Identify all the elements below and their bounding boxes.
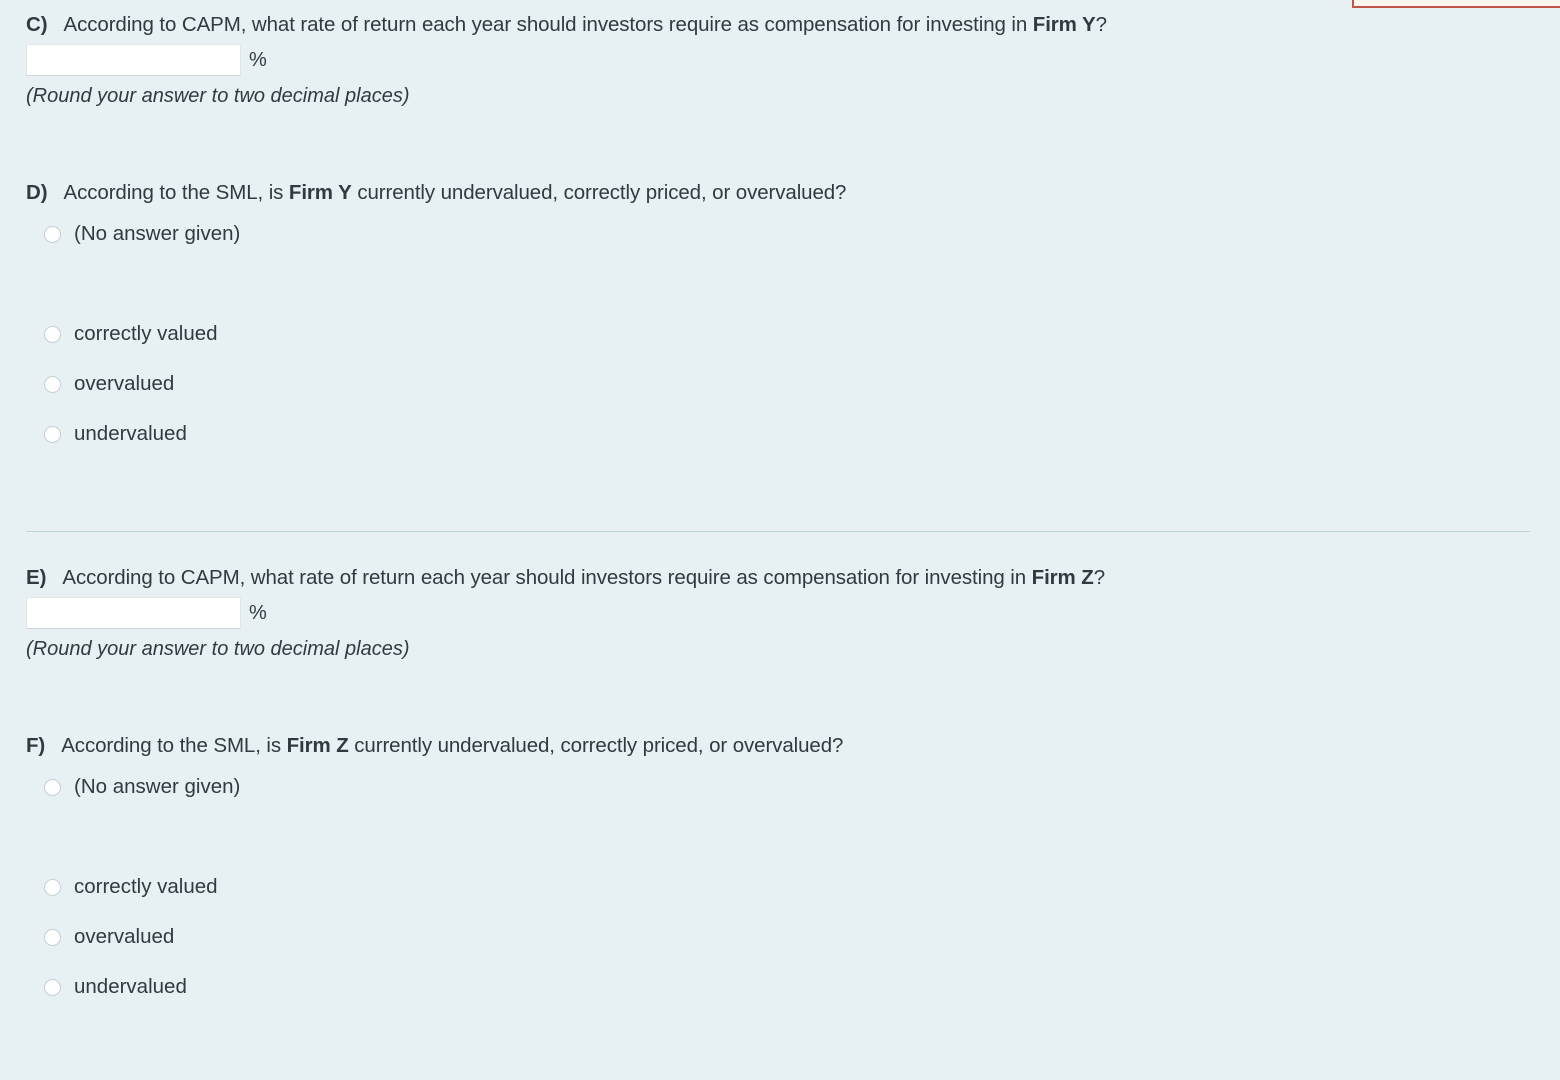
question-f-option-label: overvalued <box>74 925 175 948</box>
question-f-option-undervalued[interactable]: undervalued <box>26 973 843 1001</box>
question-c-firm: Firm Y <box>1032 13 1096 36</box>
question-d-option-label: (No answer given) <box>74 222 241 245</box>
question-d-firm: Firm Y <box>288 181 352 204</box>
question-c-answer-input[interactable] <box>26 44 241 76</box>
question-f-text-after: currently undervalued, correctly priced,… <box>348 734 844 757</box>
question-c-text-after: ? <box>1095 13 1107 36</box>
question-e-answer-row: % <box>26 597 1105 629</box>
question-f-option-no-answer[interactable]: (No answer given) <box>26 773 843 801</box>
question-d-text-before: According to the SML, is <box>63 181 289 204</box>
question-d-text-after: currently undervalued, correctly priced,… <box>351 181 847 204</box>
question-f-text-before: According to the SML, is <box>61 734 287 757</box>
question-d-option-overvalued[interactable]: overvalued <box>26 370 846 398</box>
question-e-label: E) <box>26 566 47 589</box>
question-c-text-before: According to CAPM, what rate of return e… <box>63 13 1033 36</box>
question-d-option-no-answer[interactable]: (No answer given) <box>26 220 846 248</box>
question-d-option-label: correctly valued <box>74 322 218 345</box>
question-c-text: C) According to CAPM, what rate of retur… <box>26 12 1107 38</box>
question-d-text: D) According to the SML, is Firm Y curre… <box>26 180 846 206</box>
question-e-answer-input[interactable] <box>26 597 241 629</box>
question-d-option-label: overvalued <box>74 372 175 395</box>
question-f-text: F) According to the SML, is Firm Z curre… <box>26 733 843 759</box>
question-block-d: D) According to the SML, is Firm Y curre… <box>26 180 846 448</box>
question-e-firm: Firm Z <box>1031 566 1094 589</box>
question-block-c: C) According to CAPM, what rate of retur… <box>26 12 1107 109</box>
radio-button-icon[interactable] <box>44 978 61 996</box>
radio-button-icon[interactable] <box>44 928 61 946</box>
question-f-option-label: undervalued <box>74 975 187 998</box>
question-block-f: F) According to the SML, is Firm Z curre… <box>26 733 843 1001</box>
question-block-e: E) According to CAPM, what rate of retur… <box>26 565 1105 662</box>
radio-button-icon[interactable] <box>44 778 61 796</box>
question-f-option-label: correctly valued <box>74 875 218 898</box>
question-e-hint: (Round your answer to two decimal places… <box>26 638 410 660</box>
question-f-option-correctly-valued[interactable]: correctly valued <box>26 873 843 901</box>
question-f-options: (No answer given) correctly valued overv… <box>26 773 843 1001</box>
question-c-unit: % <box>249 48 267 71</box>
question-d-options: (No answer given) correctly valued overv… <box>26 220 846 448</box>
question-e-text-before: According to CAPM, what rate of return e… <box>62 566 1032 589</box>
question-f-option-label: (No answer given) <box>74 775 241 798</box>
question-d-option-correctly-valued[interactable]: correctly valued <box>26 320 846 348</box>
section-divider <box>26 531 1530 532</box>
question-e-text-after: ? <box>1093 566 1105 589</box>
question-f-label: F) <box>26 734 46 757</box>
radio-button-icon[interactable] <box>44 375 61 393</box>
question-c-label: C) <box>26 13 48 36</box>
question-c-hint: (Round your answer to two decimal places… <box>26 85 410 107</box>
question-d-option-undervalued[interactable]: undervalued <box>26 420 846 448</box>
question-d-option-label: undervalued <box>74 422 187 445</box>
question-f-firm: Firm Z <box>286 734 349 757</box>
clipped-alert-box <box>1352 0 1560 8</box>
question-e-unit: % <box>249 601 267 624</box>
radio-button-icon[interactable] <box>44 225 61 243</box>
radio-button-icon[interactable] <box>44 878 61 896</box>
radio-button-icon[interactable] <box>44 425 61 443</box>
radio-button-icon[interactable] <box>44 325 61 343</box>
question-c-answer-row: % <box>26 44 1107 76</box>
quiz-page: C) According to CAPM, what rate of retur… <box>0 0 1560 1080</box>
question-e-text: E) According to CAPM, what rate of retur… <box>26 565 1105 591</box>
question-d-label: D) <box>26 181 48 204</box>
question-f-option-overvalued[interactable]: overvalued <box>26 923 843 951</box>
